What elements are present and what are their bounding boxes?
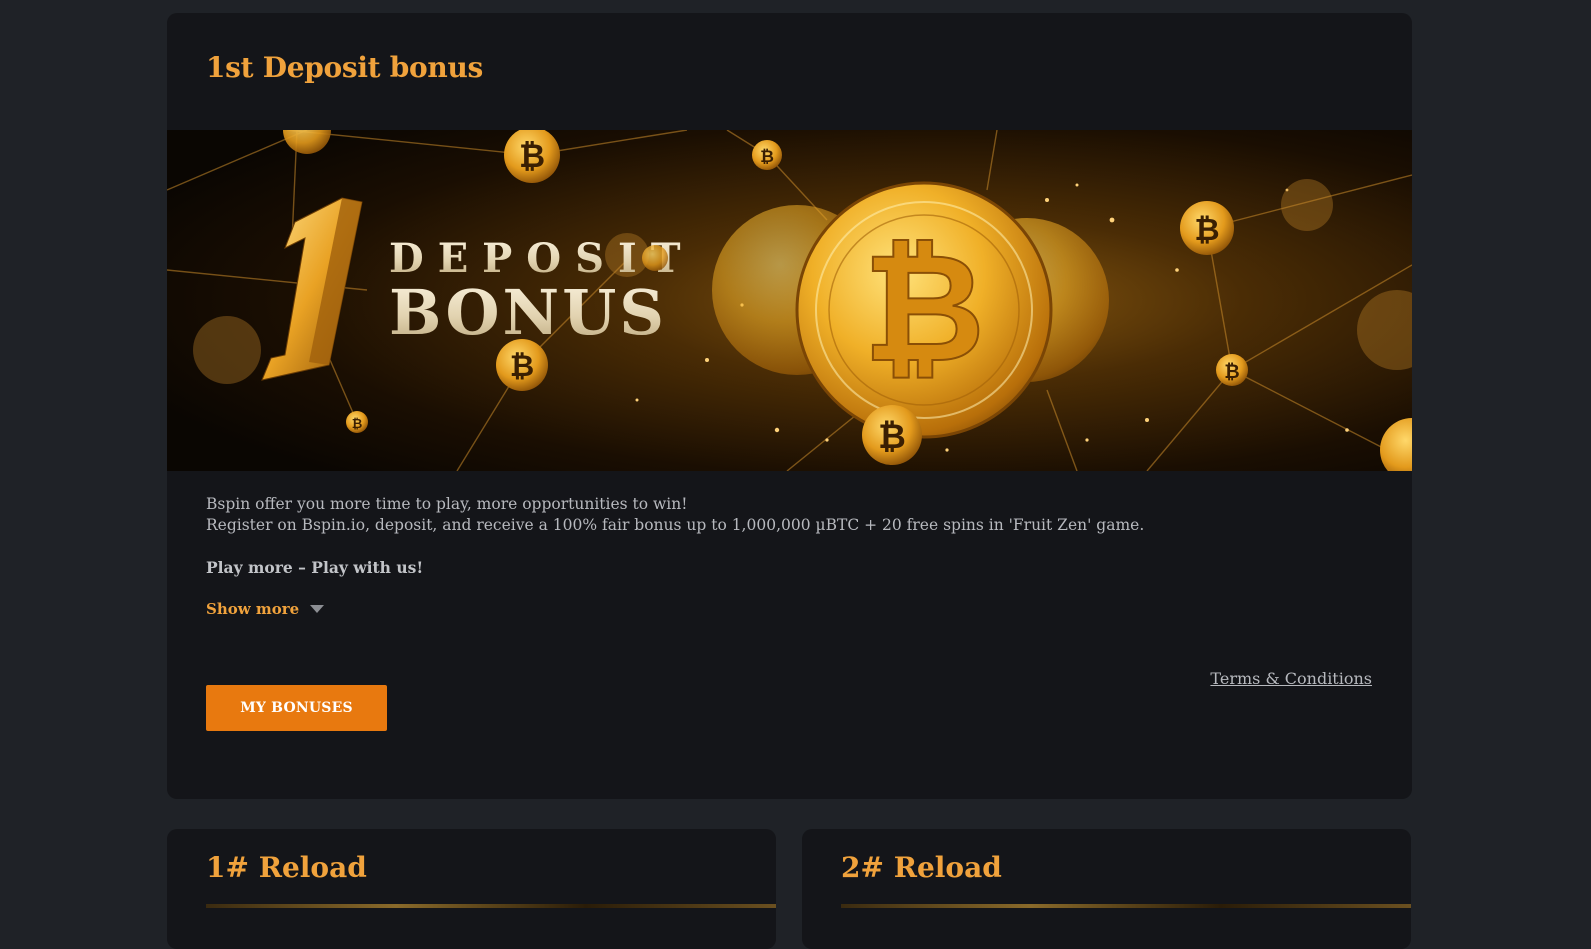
svg-text:₿: ₿ <box>510 349 534 384</box>
svg-text:₿: ₿ <box>878 417 906 457</box>
show-more-label: Show more <box>206 600 300 618</box>
bonus-description: Bspin offer you more time to play, more … <box>206 494 1306 577</box>
reload-card-title: 2# Reload <box>841 851 1002 884</box>
my-bonuses-button[interactable]: MY BONUSES <box>206 685 387 731</box>
reload-banner-image <box>206 904 776 908</box>
svg-text:₿: ₿ <box>1224 361 1239 383</box>
chevron-down-icon <box>310 605 325 613</box>
description-tagline: Play more – Play with us! <box>206 558 424 577</box>
bonus-card-first-deposit: 1st Deposit bonus DEPOSIT BONUS ₿ ₿ ₿ ₿ … <box>167 13 1412 799</box>
svg-text:₿: ₿ <box>1194 212 1219 248</box>
terms-conditions-link[interactable]: Terms & Conditions <box>1210 669 1372 688</box>
description-line-1: Bspin offer you more time to play, more … <box>206 495 688 513</box>
bonus-card-reload-2: 2# Reload <box>802 829 1411 949</box>
svg-text:₿: ₿ <box>519 137 545 175</box>
description-line-2: Register on Bspin.io, deposit, and recei… <box>206 516 1145 534</box>
reload-card-title: 1# Reload <box>206 851 367 884</box>
bonus-card-reload-1: 1# Reload <box>167 829 776 949</box>
show-more-toggle[interactable]: Show more <box>206 600 325 618</box>
banner-line2: BONUS <box>389 276 667 349</box>
svg-text:₿: ₿ <box>352 417 363 432</box>
bonus-banner-image: DEPOSIT BONUS ₿ ₿ ₿ ₿ ₿ ₿ ₿ ₿ <box>167 130 1412 471</box>
svg-text:₿: ₿ <box>760 147 774 167</box>
reload-banner-image <box>841 904 1411 908</box>
bitcoin-icon: ₿ <box>863 222 985 396</box>
bonus-card-title: 1st Deposit bonus <box>206 51 483 84</box>
